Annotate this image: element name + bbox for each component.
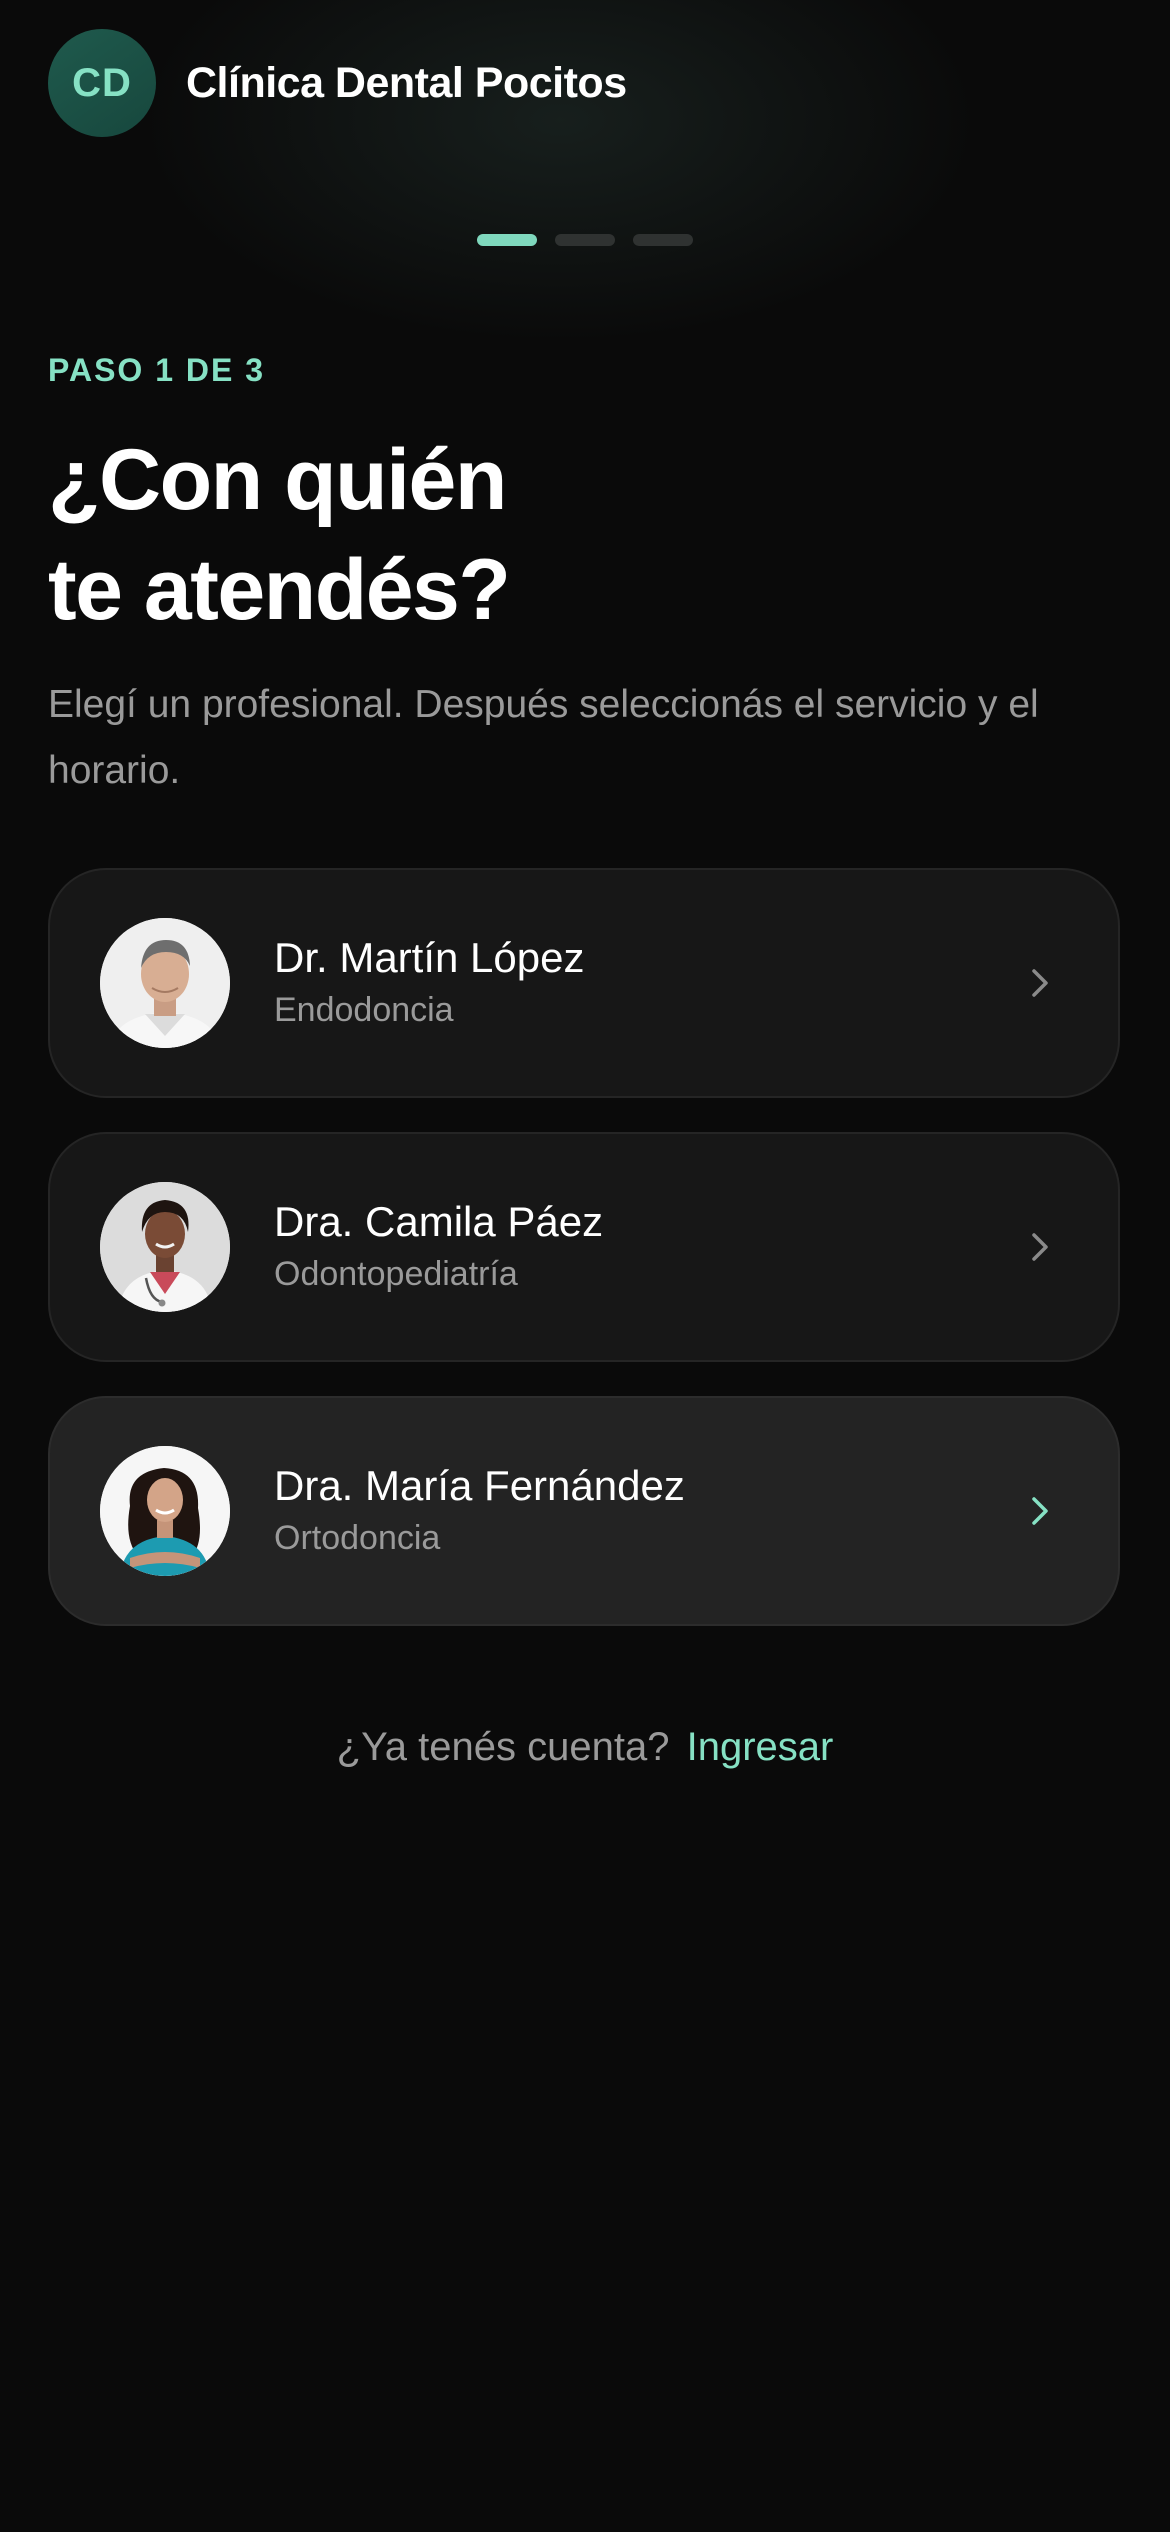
clinic-name: Clínica Dental Pocitos bbox=[186, 58, 627, 107]
doctor-specialty: Odontopediatría bbox=[274, 1255, 518, 1293]
clinic-header: CD Clínica Dental Pocitos bbox=[48, 29, 627, 137]
doctor-avatar bbox=[100, 1446, 230, 1576]
doctor-name: Dra. María Fernández bbox=[274, 1462, 685, 1509]
clinic-logo: CD bbox=[48, 29, 156, 137]
doctor-specialty: Endodoncia bbox=[274, 991, 454, 1029]
doctor-avatar bbox=[100, 918, 230, 1048]
login-link[interactable]: Ingresar bbox=[687, 1725, 834, 1769]
page-title: ¿Con quién te atendés? bbox=[48, 425, 948, 645]
login-prompt: ¿Ya tenés cuenta? Ingresar bbox=[0, 1725, 1170, 1770]
doctor-name: Dra. Camila Páez bbox=[274, 1198, 604, 1245]
chevron-right-icon bbox=[1020, 1491, 1060, 1531]
step-dot-3 bbox=[633, 234, 693, 246]
doctor-card-camila-paez[interactable]: Dra. Camila Páez Odontopediatría bbox=[48, 1132, 1120, 1362]
step-progress bbox=[477, 234, 693, 246]
title-line-2: te atendés? bbox=[48, 542, 511, 638]
step-label: PASO 1 DE 3 bbox=[48, 352, 266, 388]
title-line-1: ¿Con quién bbox=[48, 432, 507, 528]
chevron-right-icon bbox=[1020, 1227, 1060, 1267]
doctor-card-martin-lopez[interactable]: Dr. Martín López Endodoncia bbox=[48, 868, 1120, 1098]
chevron-right-icon bbox=[1020, 963, 1060, 1003]
step-dot-1 bbox=[477, 234, 537, 246]
doctor-card-maria-fernandez[interactable]: Dra. María Fernández Ortodoncia bbox=[48, 1396, 1120, 1626]
page-subtitle: Elegí un profesional. Después seleccioná… bbox=[48, 683, 1039, 792]
login-question: ¿Ya tenés cuenta? bbox=[336, 1725, 670, 1769]
doctor-name: Dr. Martín López bbox=[274, 934, 585, 981]
step-dot-2 bbox=[555, 234, 615, 246]
doctor-avatar bbox=[100, 1182, 230, 1312]
doctor-specialty: Ortodoncia bbox=[274, 1519, 441, 1557]
